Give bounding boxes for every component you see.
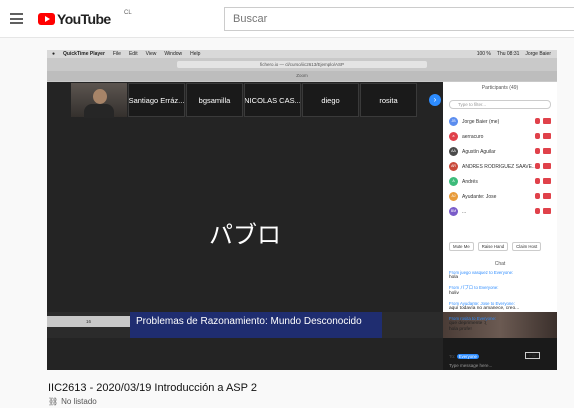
participant-name: Agustín Aguilar — [462, 148, 496, 155]
participant-thumbnails: Santiago Erráz... bgsamilla NICOLAS CAS.… — [71, 83, 417, 118]
chat-input[interactable]: Type message here... — [449, 363, 492, 368]
participant-item[interactable]: JB Jorge Baier (me) — [449, 114, 553, 129]
video-title: IIC2613 - 2020/03/19 Introducción a ASP … — [48, 382, 257, 394]
mac-menu-bar: ● QuickTime Player File Edit View Window… — [47, 50, 557, 58]
mac-user: Jorge Baier — [525, 51, 551, 57]
chat-text: holiv — [449, 291, 459, 296]
chat-recipient: To: Everyone — [449, 354, 479, 360]
chat-messages: From juego vasquez to Everyone: hola From… — [449, 270, 553, 337]
strip-tab: 16 — [47, 316, 130, 327]
participant-name: Andrés — [462, 178, 478, 185]
zoom-title-bar: Zoom — [47, 71, 557, 81]
participant-filter[interactable]: Type to filter... — [449, 100, 551, 109]
camera-icon[interactable] — [543, 133, 551, 139]
participant-name: Jorge Baier (me) — [462, 118, 500, 125]
participant-item[interactable]: BM... — [449, 204, 553, 219]
battery-status: 100 % — [476, 51, 491, 57]
slide-title: Problemas de Razonamiento: Mundo Descono… — [130, 312, 382, 338]
chat-message: From rosita to Everyone: que deprimente :… — [449, 316, 553, 333]
person-head — [93, 89, 107, 104]
avatar: AA — [449, 147, 458, 156]
participant-list: JB Jorge Baier (me) a aerracuro AA Agustín … — [449, 114, 553, 219]
avatar: a — [449, 132, 458, 141]
youtube-logo[interactable]: YouTube CL — [38, 10, 132, 27]
mic-icon[interactable] — [535, 133, 540, 139]
zoom-window-title: Zoom — [296, 73, 308, 78]
person-body — [84, 104, 114, 118]
camera-icon[interactable] — [543, 163, 551, 169]
link-icon: ⛓ — [48, 397, 59, 406]
participant-name: Ayudante: Jose — [462, 193, 497, 200]
mic-icon[interactable] — [535, 193, 540, 199]
mic-icon[interactable] — [535, 118, 540, 124]
app-name: QuickTime Player — [63, 51, 105, 57]
participant-name: ... — [462, 208, 467, 215]
participant-item[interactable]: AR ANDRES RODRIGUEZ SAAVE... — [449, 159, 553, 174]
youtube-play-icon — [38, 13, 55, 25]
avatar: AR — [449, 162, 458, 171]
camera-icon[interactable] — [543, 193, 551, 199]
menu-help: Help — [190, 51, 201, 57]
video-metadata: ⛓ No listado — [48, 397, 97, 406]
avatar: A — [449, 177, 458, 186]
chat-title: Chat — [494, 261, 506, 267]
clock: Thu 08:31 — [496, 51, 520, 57]
youtube-logo-text: YouTube — [57, 11, 111, 27]
menu-view: View — [145, 51, 157, 57]
youtube-header: YouTube CL — [0, 0, 574, 38]
browser-window: fichero.io — cl/curso/iic2613/Ejemplo/AS… — [47, 58, 557, 82]
active-speaker: パブロ — [209, 221, 281, 249]
avatar: AJ — [449, 192, 458, 201]
camera-icon[interactable] — [543, 148, 551, 154]
mic-icon[interactable] — [535, 148, 540, 154]
mic-icon[interactable] — [535, 163, 540, 169]
menu-file: File — [112, 51, 121, 57]
participant-name: ANDRES RODRIGUEZ SAAVE... — [462, 163, 537, 170]
chat-to-label: To: — [449, 355, 456, 360]
camera-icon[interactable] — [543, 208, 551, 214]
raise-hand-button[interactable]: Raise Hand — [477, 242, 509, 251]
participant-item[interactable]: AJ Ayudante: Jose — [449, 189, 553, 204]
chat-text: que deprimente :( hola profe! — [449, 321, 487, 332]
apple-icon: ● — [52, 51, 56, 57]
chat-to-selector[interactable]: Everyone — [456, 354, 479, 359]
camera-icon[interactable] — [543, 178, 551, 184]
next-page-icon[interactable]: › — [429, 94, 441, 106]
participant-actions: Mute Me Raise Hand Claim Host — [449, 242, 553, 251]
chat-text: hola — [449, 275, 459, 280]
participant-thumbnail: NICOLAS CAS... — [244, 83, 301, 117]
chat-message: From Ayudante: Jose to Everyone: aquí tod… — [449, 301, 553, 312]
video-player[interactable]: ● QuickTime Player File Edit View Window… — [47, 50, 557, 370]
participant-name: aerracuro — [462, 133, 484, 140]
menu-window: Window — [164, 51, 183, 57]
file-button[interactable]: File — [525, 352, 541, 359]
mute-me-button[interactable]: Mute Me — [449, 242, 474, 251]
country-code: CL — [124, 10, 132, 16]
search-box[interactable] — [224, 7, 574, 31]
menu-icon[interactable] — [10, 13, 23, 24]
chat-message: From パブロ to Everyone: holiv — [449, 285, 553, 297]
address-bar: fichero.io — cl/curso/iic2613/Ejemplo/AS… — [177, 61, 427, 68]
participant-thumbnail: diego — [302, 83, 359, 117]
participant-item[interactable]: a aerracuro — [449, 129, 553, 144]
participants-title: Participants (49) — [481, 85, 519, 91]
participant-thumbnail: Santiago Erráz... — [128, 83, 185, 117]
participants-panel: Participants (49) Type to filter... JB Jo… — [443, 82, 557, 368]
menu-edit: Edit — [128, 51, 138, 57]
participant-thumbnail: bgsamilla — [186, 83, 243, 117]
mic-icon[interactable] — [535, 208, 540, 214]
search-input[interactable] — [225, 8, 574, 30]
mic-icon[interactable] — [535, 178, 540, 184]
claim-host-button[interactable]: Claim Host — [512, 242, 542, 251]
visibility-status: No listado — [61, 397, 97, 406]
participant-video-thumbnail — [71, 83, 127, 118]
chat-text: aquí todavía no amanece, creo... — [449, 306, 520, 311]
chat-message: From juego vasquez to Everyone: hola — [449, 270, 553, 281]
participant-thumbnail: rosita — [360, 83, 417, 117]
camera-icon[interactable] — [543, 118, 551, 124]
avatar: BM — [449, 207, 458, 216]
participant-item[interactable]: AA Agustín Aguilar — [449, 144, 553, 159]
participant-item[interactable]: A Andrés — [449, 174, 553, 189]
avatar: JB — [449, 117, 458, 126]
